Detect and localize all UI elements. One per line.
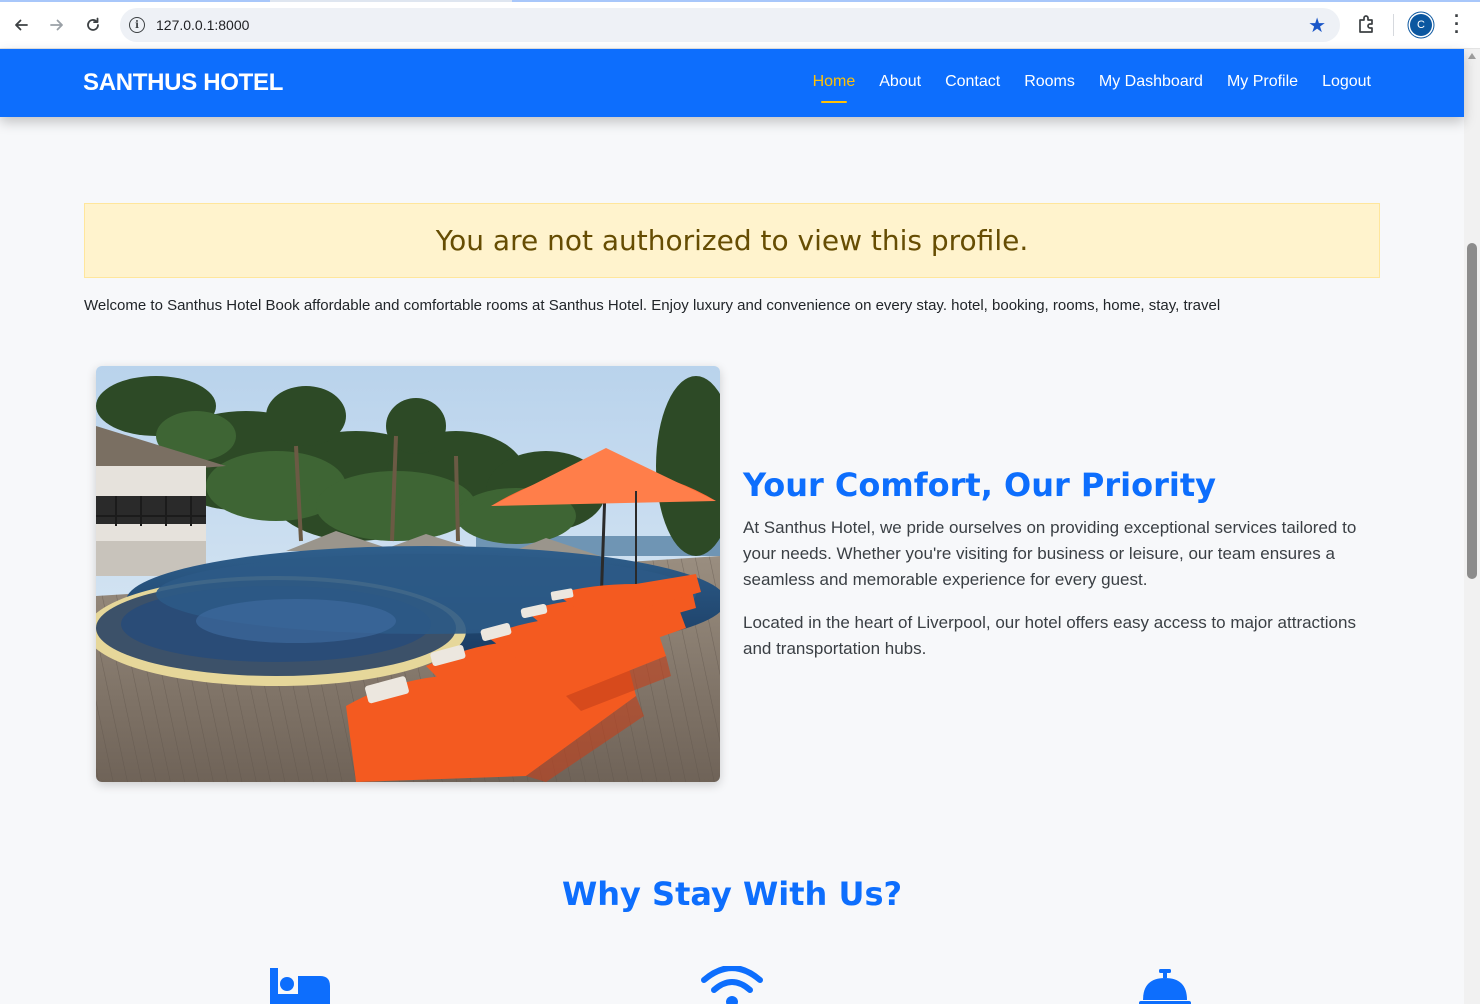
nav-contact[interactable]: Contact: [945, 73, 1000, 91]
profile-avatar[interactable]: C: [1410, 14, 1432, 36]
nav-rooms[interactable]: Rooms: [1024, 73, 1075, 91]
hotel-pool-image: [96, 366, 720, 782]
browser-toolbar: i 127.0.0.1:8000 ★ C · · ·: [0, 0, 1480, 49]
nav-my-dashboard[interactable]: My Dashboard: [1099, 73, 1203, 91]
welcome-text: Welcome to Santhus Hotel Book affordable…: [84, 297, 1221, 314]
nav-logout[interactable]: Logout: [1322, 73, 1371, 91]
alert-message: You are not authorized to view this prof…: [435, 224, 1029, 257]
tab-strip-edge: [0, 0, 1480, 2]
comfort-title: Your Comfort, Our Priority: [743, 466, 1217, 504]
wifi-icon: [700, 965, 764, 1004]
site-navbar: SANTHUS HOTEL Home About Contact Rooms M…: [0, 49, 1464, 117]
service-bell-icon: [1138, 966, 1192, 1004]
extensions-icon[interactable]: [1356, 13, 1380, 37]
nav-menu: Home About Contact Rooms My Dashboard My…: [813, 73, 1371, 103]
comfort-paragraph-2: Located in the heart of Liverpool, our h…: [743, 613, 1356, 658]
bookmark-star-icon[interactable]: ★: [1308, 13, 1326, 38]
back-icon[interactable]: [8, 12, 34, 38]
reload-icon[interactable]: [80, 12, 106, 38]
why-stay-title: Why Stay With Us?: [561, 875, 903, 913]
nav-my-profile[interactable]: My Profile: [1227, 73, 1298, 91]
scrollbar-thumb[interactable]: [1467, 243, 1477, 579]
site-info-icon[interactable]: i: [129, 17, 145, 33]
avatar-letter: C: [1417, 19, 1425, 31]
nav-home[interactable]: Home: [813, 73, 855, 103]
site-brand[interactable]: SANTHUS HOTEL: [83, 69, 283, 97]
address-bar[interactable]: i 127.0.0.1:8000 ★: [120, 8, 1340, 42]
bed-icon: [268, 966, 332, 1004]
url-text[interactable]: 127.0.0.1:8000: [156, 17, 249, 33]
comfort-paragraph-1: At Santhus Hotel, we pride ourselves on …: [743, 518, 1357, 589]
forward-icon[interactable]: [44, 12, 70, 38]
nav-about[interactable]: About: [879, 73, 921, 91]
scroll-up-arrow-icon[interactable]: [1468, 53, 1476, 59]
page-scrollbar[interactable]: [1464, 49, 1480, 1004]
toolbar-divider: [1393, 14, 1394, 36]
menu-kebab-icon[interactable]: · · ·: [1450, 7, 1464, 41]
warning-alert: You are not authorized to view this prof…: [84, 203, 1380, 278]
